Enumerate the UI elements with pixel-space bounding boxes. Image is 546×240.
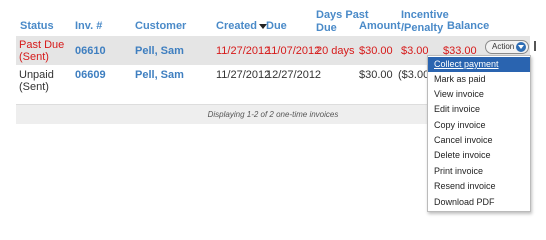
header-balance[interactable]: Balance: [447, 20, 489, 33]
menu-item-copy-invoice[interactable]: Copy invoice: [428, 118, 530, 133]
chevron-down-icon: [516, 42, 526, 52]
status-text: Unpaid: [19, 69, 54, 81]
status-sub: (Sent): [19, 81, 49, 93]
menu-item-download-pdf[interactable]: Download PDF: [428, 195, 530, 210]
header-created[interactable]: Created: [216, 20, 267, 33]
invoice-number-link[interactable]: 06609: [75, 69, 106, 81]
header-created-label: Created: [216, 20, 257, 32]
invoice-number-link[interactable]: 06610: [75, 45, 106, 57]
status-cell: Unpaid (Sent): [19, 69, 54, 93]
created-date: 11/27/2012: [216, 69, 271, 81]
menu-item-print-invoice[interactable]: Print invoice: [428, 164, 530, 179]
status-sub: (Sent): [19, 51, 49, 63]
menu-item-resend-invoice[interactable]: Resend invoice: [428, 179, 530, 194]
header-due[interactable]: Due: [266, 20, 287, 33]
due-date: 11/07/2012: [266, 45, 321, 57]
action-button-label: Action: [492, 42, 515, 51]
days-past-due: 20 days: [316, 45, 355, 57]
header-amount[interactable]: Amount: [359, 20, 401, 33]
header-status[interactable]: Status: [20, 20, 54, 33]
header-incentive-line1: Incentive: [401, 9, 449, 21]
amount: $30.00: [359, 45, 393, 57]
customer-link[interactable]: Pell, Sam: [135, 45, 184, 57]
created-date: 11/27/2012: [216, 45, 271, 57]
table-header: Status Inv. # Customer Created Due Days …: [16, 0, 530, 36]
header-incentive-penalty[interactable]: Incentive /Penalty: [401, 9, 449, 35]
action-menu-button[interactable]: Action: [485, 40, 529, 54]
due-date: 12/27/2012: [266, 69, 322, 81]
amount: $30.00: [359, 69, 393, 81]
menu-item-delete-invoice[interactable]: Delete invoice: [428, 148, 530, 163]
action-dropdown-menu: Collect payment Mark as paid View invoic…: [427, 55, 531, 212]
incentive-penalty: $3.00: [401, 45, 429, 57]
menu-item-collect-payment[interactable]: Collect payment: [428, 57, 530, 72]
customer-link[interactable]: Pell, Sam: [135, 69, 184, 81]
header-invoice-number[interactable]: Inv. #: [75, 20, 102, 33]
menu-item-edit-invoice[interactable]: Edit invoice: [428, 102, 530, 117]
menu-item-view-invoice[interactable]: View invoice: [428, 87, 530, 102]
status-cell: Past Due (Sent): [19, 39, 64, 63]
status-text: Past Due: [19, 39, 65, 51]
header-customer[interactable]: Customer: [135, 20, 186, 33]
row-edge-divider: [534, 41, 536, 51]
menu-item-cancel-invoice[interactable]: Cancel invoice: [428, 133, 530, 148]
menu-item-mark-as-paid[interactable]: Mark as paid: [428, 72, 530, 87]
header-incentive-line2: /Penalty: [401, 22, 444, 34]
